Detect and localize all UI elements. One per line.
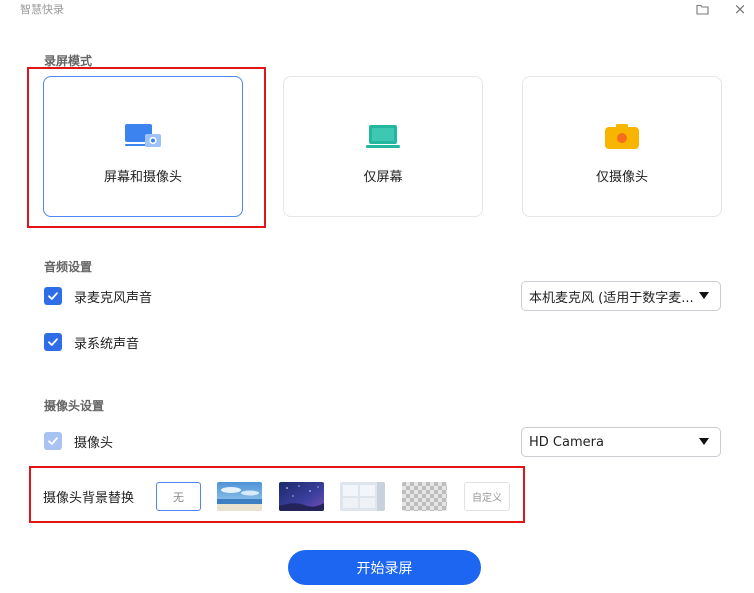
mic-device-select[interactable]: 本机麦克风 (适用于数字麦... [521, 281, 721, 311]
title-bar: 智慧快录 × [0, 0, 754, 22]
record-mode-heading: 录屏模式 [44, 54, 93, 68]
app-title: 智慧快录 [20, 3, 64, 16]
background-thumb-beach[interactable] [217, 482, 262, 511]
select-value: HD Camera [529, 434, 604, 450]
checkbox-checked-icon[interactable] [44, 333, 62, 351]
camera-icon [603, 121, 641, 151]
caret-down-icon [699, 438, 709, 445]
background-thumb-transparent[interactable] [402, 482, 447, 511]
record-mic-checkbox[interactable]: 录麦克风声音 [44, 286, 152, 306]
checkbox-checked-icon[interactable] [44, 432, 62, 450]
background-thumb-room[interactable] [340, 482, 385, 511]
checkbox-label: 录系统声音 [74, 336, 140, 352]
caret-down-icon [699, 292, 709, 299]
start-recording-button[interactable]: 开始录屏 [288, 550, 481, 585]
mode-label: 屏幕和摄像头 [103, 170, 182, 185]
mode-label: 仅摄像头 [595, 170, 648, 185]
close-icon[interactable]: × [730, 0, 750, 18]
checkbox-label: 录麦克风声音 [74, 290, 153, 306]
camera-device-select[interactable]: HD Camera [521, 427, 721, 457]
checkbox-checked-icon[interactable] [44, 287, 62, 305]
screen-camera-icon [124, 121, 162, 151]
record-system-checkbox[interactable]: 录系统声音 [44, 332, 139, 352]
background-replace-label: 摄像头背景替换 [43, 491, 135, 506]
camera-settings-heading: 摄像头设置 [44, 399, 105, 413]
mode-card-camera-only[interactable]: 仅摄像头 [522, 76, 722, 217]
mode-card-screen-camera[interactable]: 屏幕和摄像头 [43, 76, 243, 217]
audio-settings-heading: 音频设置 [44, 260, 93, 274]
camera-checkbox[interactable]: 摄像头 [44, 431, 113, 451]
background-custom-button[interactable]: 自定义 [464, 482, 510, 511]
folder-icon[interactable] [692, 0, 712, 18]
background-none-option[interactable]: 无 [156, 482, 201, 511]
background-thumb-night-sky[interactable] [279, 482, 324, 511]
checkbox-label: 摄像头 [74, 435, 114, 451]
select-value: 本机麦克风 (适用于数字麦... [529, 290, 694, 306]
laptop-icon [364, 121, 402, 151]
mode-card-screen-only[interactable]: 仅屏幕 [283, 76, 483, 217]
mode-label: 仅屏幕 [363, 170, 403, 185]
